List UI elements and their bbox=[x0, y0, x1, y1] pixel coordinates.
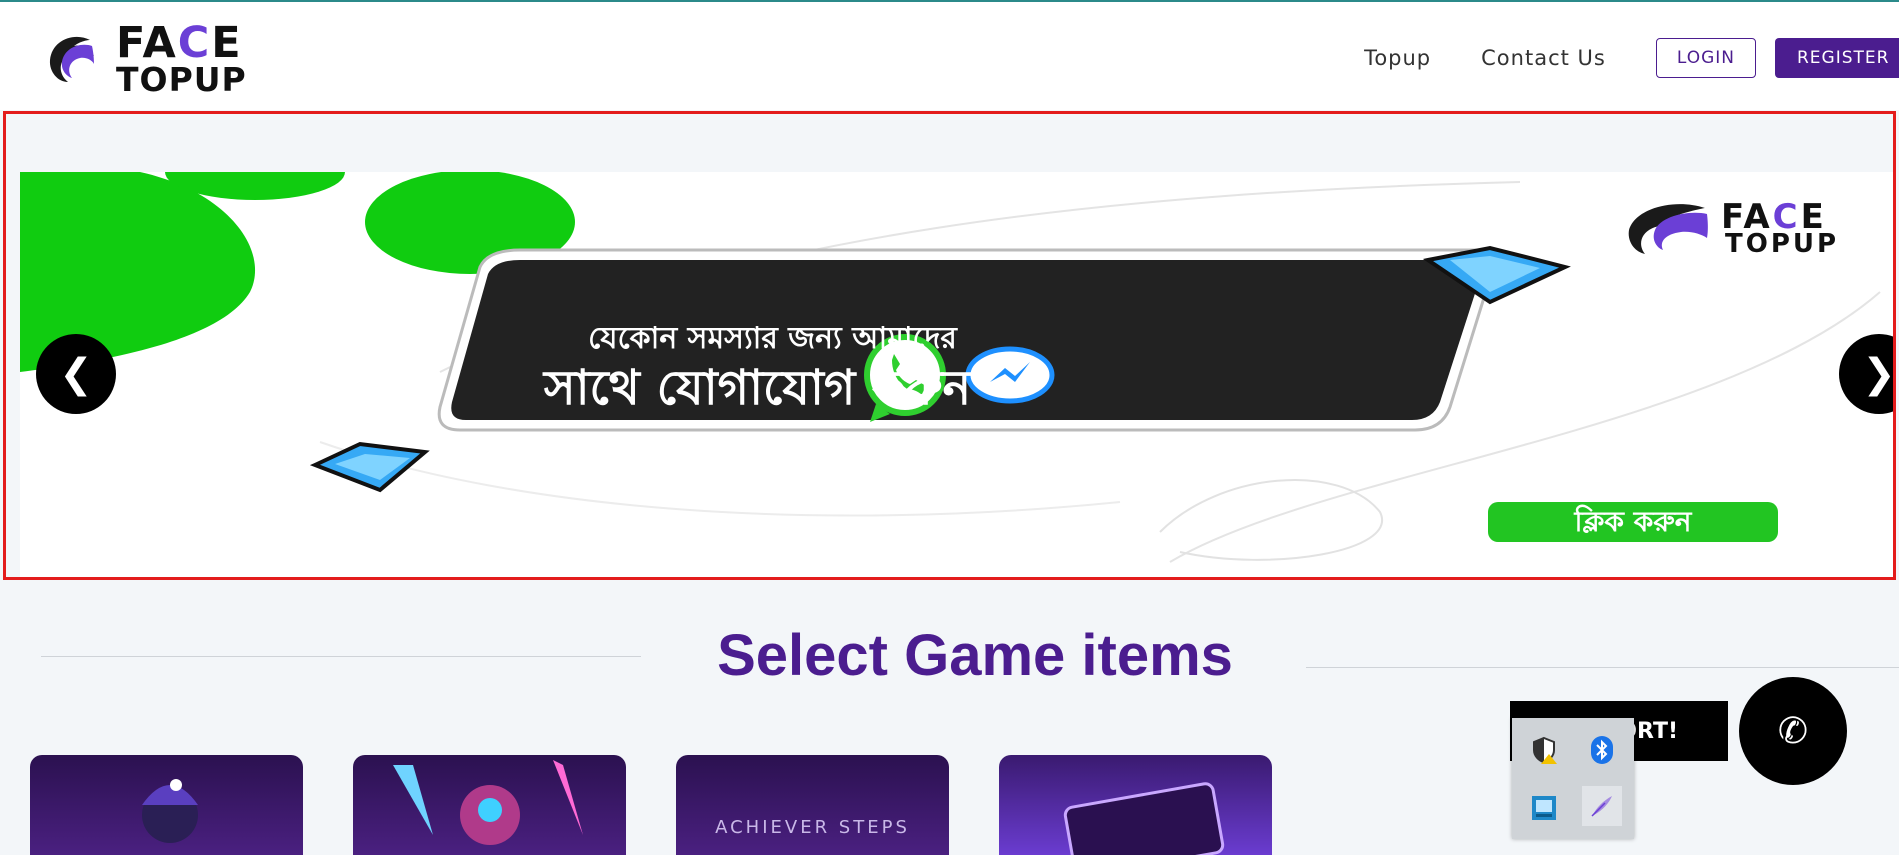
game-item-card[interactable] bbox=[30, 755, 303, 855]
banner-logo-bottom: TOPUP bbox=[1725, 229, 1840, 259]
system-tray-popup bbox=[1512, 718, 1634, 839]
logo-wordmark-top: FACE bbox=[116, 18, 243, 68]
main-nav: Topup Contact Us LOGIN REGISTER bbox=[1364, 38, 1899, 78]
section-title: Select Game items bbox=[717, 623, 1233, 688]
game-item-card[interactable] bbox=[353, 755, 626, 855]
title-divider-right bbox=[1306, 667, 1899, 668]
nav-topup[interactable]: Topup bbox=[1364, 46, 1431, 70]
nav-contact-us[interactable]: Contact Us bbox=[1481, 46, 1606, 70]
login-button[interactable]: LOGIN bbox=[1655, 38, 1756, 78]
banner-cta-button[interactable]: ক্লিক করুন bbox=[1488, 502, 1778, 542]
site-logo[interactable]: FACE TOPUP bbox=[44, 18, 264, 96]
game-item-card[interactable]: ACHIEVER STEPS bbox=[676, 755, 949, 855]
game-item-thumbnail bbox=[142, 779, 198, 843]
site-header: FACE TOPUP Topup Contact Us LOGIN REGIST… bbox=[0, 2, 1899, 110]
carousel-prev-button[interactable]: ❮ bbox=[36, 334, 116, 414]
banner-logo: FACE TOPUP bbox=[1625, 197, 1885, 259]
game-item-thumbnail bbox=[1063, 782, 1225, 855]
diamond-icon bbox=[309, 441, 430, 493]
title-divider-left bbox=[41, 656, 641, 657]
game-item-card[interactable] bbox=[999, 755, 1272, 855]
bluetooth-icon[interactable] bbox=[1582, 730, 1622, 770]
banner-carousel: যেকোন সমস্যার জন্য আমাদের সাথে যোগাযোগ ক… bbox=[3, 111, 1896, 580]
logo-mark-icon bbox=[49, 36, 94, 82]
register-button[interactable]: REGISTER bbox=[1775, 38, 1899, 78]
shield-warning-icon[interactable] bbox=[1524, 730, 1564, 770]
feather-icon[interactable] bbox=[1582, 786, 1622, 826]
app-icon[interactable] bbox=[1524, 788, 1564, 828]
game-item-caption: ACHIEVER STEPS bbox=[715, 817, 910, 838]
game-item-thumbnail bbox=[393, 760, 583, 845]
banner-slide[interactable]: যেকোন সমস্যার জন্য আমাদের সাথে যোগাযোগ ক… bbox=[20, 172, 1893, 577]
support-phone-button[interactable]: ✆ bbox=[1739, 677, 1847, 785]
logo-wordmark-bottom: TOPUP bbox=[116, 60, 247, 99]
banner-line-2: সাথে যোগাযোগ করুন bbox=[543, 360, 972, 416]
